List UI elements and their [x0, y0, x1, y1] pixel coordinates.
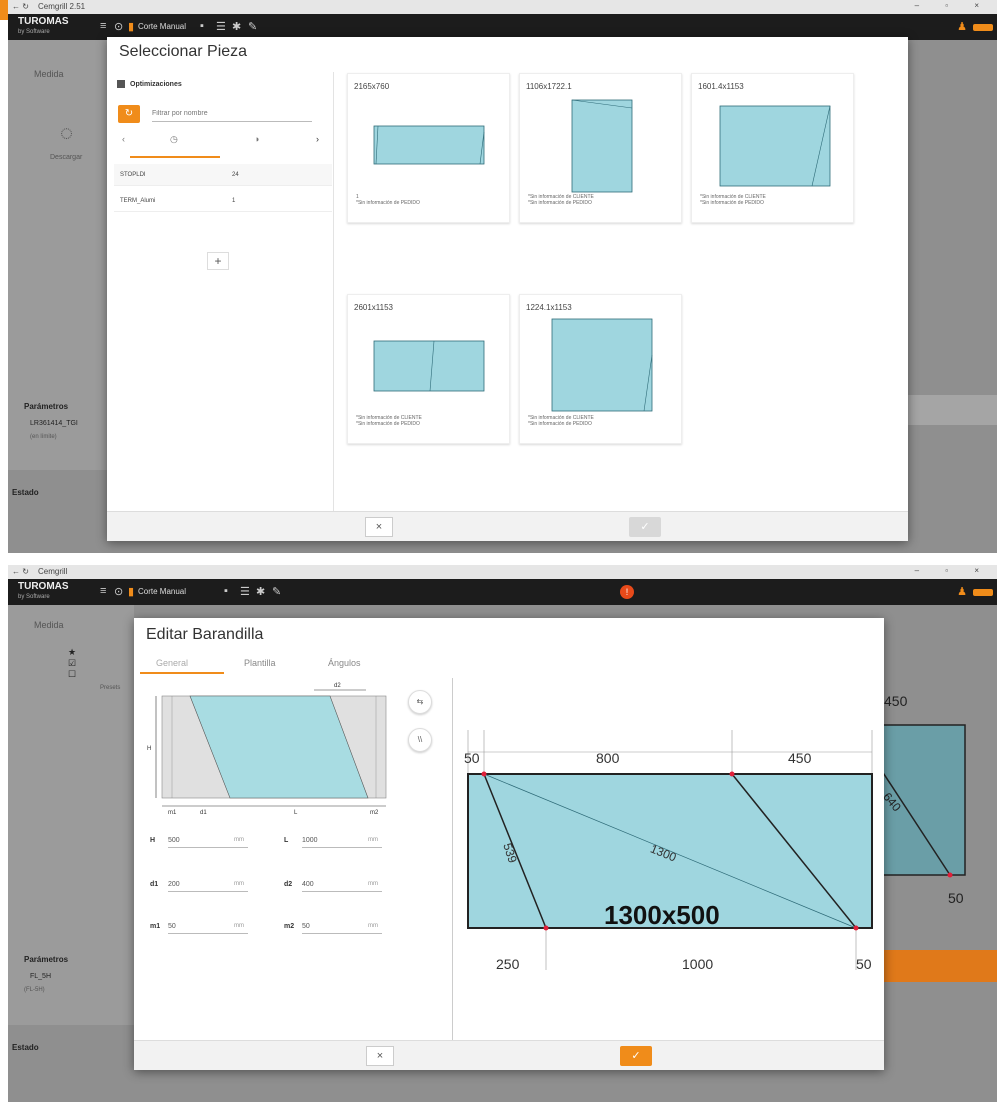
piece-note: *Sin información de CLIENTE *Sin informac… — [528, 194, 594, 206]
tab-general[interactable]: General — [156, 658, 188, 668]
cancel-button[interactable]: × — [366, 1046, 394, 1066]
browser-titlebar: ← ↻ Cemgrill 2.51 – ▫ × — [8, 0, 997, 14]
window-title: Cemgrill 2.51 — [38, 2, 86, 11]
schematic-label-h: H — [147, 746, 151, 752]
dim-top-right: 450 — [788, 750, 812, 766]
mirror-button[interactable]: \\ — [408, 728, 432, 752]
screenshot-editar-barandilla: ← ↻ Cemgrill – ▫ × TUROMAS by Software ≡ … — [8, 565, 997, 1102]
dim-bottom-left: 250 — [496, 956, 520, 972]
tab-clock-icon[interactable]: ◷ — [170, 134, 178, 145]
dialog-footer: × ✓ — [134, 1040, 884, 1070]
dialog-title: Editar Barandilla — [146, 626, 264, 643]
window-controls[interactable]: – ▫ × — [915, 1, 991, 10]
bg-right-strip — [908, 395, 997, 425]
swap-button[interactable]: ⇆ — [408, 690, 432, 714]
filter-input[interactable] — [152, 106, 312, 122]
menu-icon[interactable]: ≡ — [100, 20, 106, 32]
optimization-name: STOPLDI — [120, 172, 146, 178]
back-reload-icons[interactable]: ← ↻ — [12, 2, 29, 11]
add-optimization-button[interactable]: + — [207, 252, 229, 270]
panel-divider — [452, 678, 453, 1058]
editar-barandilla-dialog: Editar Barandilla General Plantilla Ángu… — [134, 618, 884, 1070]
accent-corner — [0, 0, 8, 20]
piece-card[interactable]: 1224.1x1153 *Sin información de CLIENTE *… — [519, 294, 682, 444]
turomas-logo: TUROMAS by Software — [18, 16, 69, 36]
list-icon[interactable]: ☰ — [216, 20, 226, 33]
bg-parametros-label: Parámetros — [24, 402, 69, 411]
bg-dim-450: 450 — [884, 693, 908, 709]
schematic-label-l: L — [294, 810, 298, 816]
bg-dim-50: 50 — [948, 890, 964, 906]
optimizations-panel: Optimizaciones ↻ ‹ ◷ ◑ › STOPLDI 24 TERM… — [112, 72, 334, 512]
bg-download-icon: ◌ — [60, 120, 74, 145]
active-tab-indicator — [140, 672, 224, 674]
bg-descarga-label: Descargar — [50, 154, 83, 161]
bg-estado-label: Estado — [12, 488, 39, 497]
bg-medida-tab: Medida — [34, 69, 64, 79]
tabs-next-icon[interactable]: › — [316, 134, 319, 144]
piece-note: 1 *Sin información de PEDIDO — [356, 194, 420, 206]
piece-card[interactable]: 2601x1153 *Sin información de CLIENTE *Si… — [347, 294, 510, 444]
refresh-button[interactable]: ↻ — [118, 105, 140, 123]
tabs-prev-icon[interactable]: ‹ — [122, 134, 125, 144]
wrench-icon[interactable]: ✎ — [248, 20, 257, 33]
optimization-row[interactable]: TERM_Alumi 1 — [114, 190, 332, 212]
user-icon[interactable]: ♟ — [957, 20, 967, 33]
settings-circle-icon[interactable]: ⊙ — [114, 20, 123, 33]
toolbar-label-corte-manual[interactable]: Corte Manual — [138, 22, 186, 31]
optimization-count: 24 — [232, 172, 239, 178]
optimizaciones-header: Optimizaciones — [117, 80, 182, 88]
dim-top-left: 50 — [464, 750, 480, 766]
bg-parametros-item: LR361414_TGI — [30, 420, 78, 427]
piece-note: *Sin información de CLIENTE *Sin informac… — [528, 415, 594, 427]
gear-icon[interactable]: ✱ — [232, 20, 241, 33]
dim-bottom-right: 50 — [856, 956, 872, 972]
schematic-label-d2: d2 — [334, 683, 341, 689]
accept-button[interactable]: ✓ — [620, 1046, 652, 1066]
dialog-title: Seleccionar Pieza — [119, 43, 248, 60]
schematic-label-m1: m1 — [168, 810, 177, 816]
tab-pie-icon[interactable]: ◑ — [254, 134, 259, 144]
list-box-icon — [117, 80, 125, 88]
piece-card[interactable]: 2165x760 1 *Sin información de PEDIDO — [347, 73, 510, 223]
seleccionar-pieza-dialog: Seleccionar Pieza Optimizaciones ↻ ‹ ◷ ◑… — [107, 37, 908, 541]
piece-note: *Sin información de CLIENTE *Sin informac… — [356, 415, 422, 427]
dim-top-mid: 800 — [596, 750, 620, 766]
piece-card[interactable]: 1601.4x1153 *Sin información de CLIENTE *… — [691, 73, 854, 223]
cancel-button[interactable]: × — [365, 517, 393, 537]
user-badge[interactable] — [973, 24, 993, 31]
schematic-label-d1: d1 — [200, 810, 207, 816]
piece-card[interactable]: 1106x1722.1 *Sin información de CLIENTE *… — [519, 73, 682, 223]
bg-parametros-sub: (en límite) — [30, 434, 57, 440]
screenshot-seleccionar-pieza: ← ↻ Cemgrill 2.51 – ▫ × TUROMAS by Softwa… — [8, 0, 997, 553]
accept-button[interactable]: ✓ — [629, 517, 661, 537]
dialog-footer: × ✓ — [107, 511, 908, 541]
optimization-count: 1 — [232, 198, 236, 204]
tab-angulos[interactable]: Ángulos — [328, 658, 361, 668]
schematic-label-m2: m2 — [370, 810, 379, 816]
cut-tool-icon[interactable]: ▮ — [128, 20, 134, 33]
piece-size-label: 1300x500 — [604, 900, 720, 930]
dim-bottom-mid: 1000 — [682, 956, 714, 972]
tab-plantilla[interactable]: Plantilla — [244, 658, 276, 668]
barandilla-schematic: d2 H m1 d1 L m2 — [147, 683, 387, 816]
save-icon[interactable]: ▪ — [200, 20, 204, 32]
active-tab-indicator — [130, 156, 220, 158]
optimization-row[interactable]: STOPLDI 24 — [114, 164, 332, 186]
optimization-name: TERM_Alumi — [120, 198, 156, 204]
piece-note: *Sin información de CLIENTE *Sin informac… — [700, 194, 766, 206]
